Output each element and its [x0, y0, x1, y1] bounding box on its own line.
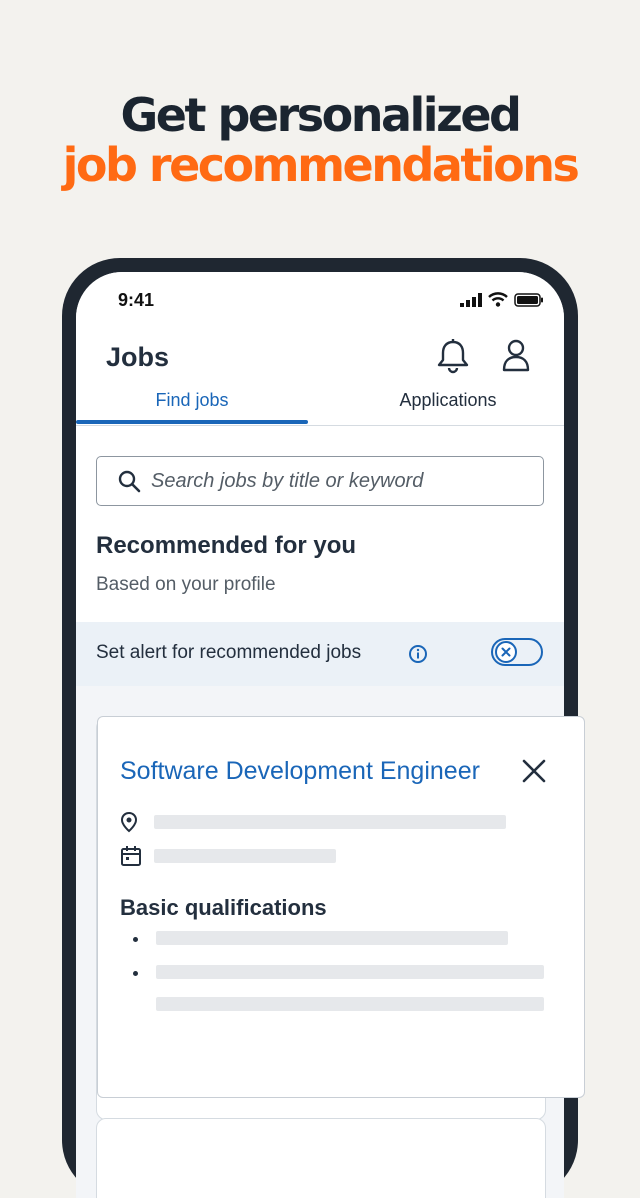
section-subtitle: Based on your profile: [96, 574, 276, 595]
date-placeholder: [154, 849, 336, 863]
qualification-placeholder: [156, 965, 544, 979]
location-placeholder: [154, 815, 506, 829]
qualification-placeholder: [156, 997, 544, 1011]
search-input[interactable]: Search jobs by title or keyword: [96, 456, 544, 506]
section-title: Recommended for you: [96, 532, 357, 559]
alert-toggle[interactable]: [491, 638, 543, 666]
calendar-icon: [121, 846, 141, 866]
bell-icon[interactable]: [436, 338, 470, 374]
tab-find-jobs[interactable]: Find jobs: [76, 390, 308, 411]
alert-row: Set alert for recommended jobs: [76, 622, 564, 686]
search-placeholder: Search jobs by title or keyword: [151, 469, 424, 492]
headline-line-2: job recommendations: [62, 138, 580, 192]
app-header: Jobs Find jobs Applications: [76, 328, 564, 426]
qualification-placeholder: [156, 931, 508, 945]
toggle-knob: [495, 641, 517, 663]
page-title: Jobs: [106, 342, 170, 372]
bullet: [133, 937, 138, 942]
job-title[interactable]: Software Development Engineer: [120, 757, 480, 786]
headline-line-1: Get personalized: [120, 88, 522, 142]
status-bar: 9:41: [76, 272, 564, 328]
x-icon: [501, 647, 511, 657]
search-panel: Search jobs by title or keyword Recommen…: [76, 426, 564, 622]
wifi-icon: [488, 292, 508, 307]
status-icons: [460, 292, 544, 307]
background-job-card: [96, 1118, 546, 1198]
signal-icon: [460, 292, 482, 307]
qualifications-heading: Basic qualifications: [120, 895, 327, 920]
search-icon: [118, 470, 141, 493]
battery-icon: [514, 292, 543, 307]
location-pin-icon: [120, 811, 138, 833]
active-tab-indicator: [76, 420, 308, 424]
info-icon[interactable]: [408, 644, 428, 664]
profile-icon[interactable]: [502, 338, 530, 372]
alert-label: Set alert for recommended jobs: [96, 642, 362, 663]
tab-applications[interactable]: Applications: [332, 390, 564, 411]
close-icon[interactable]: [522, 759, 546, 783]
status-time: 9:41: [118, 290, 155, 310]
job-card[interactable]: Software Development Engineer Basic qual…: [97, 716, 585, 1098]
bullet: [133, 971, 138, 976]
